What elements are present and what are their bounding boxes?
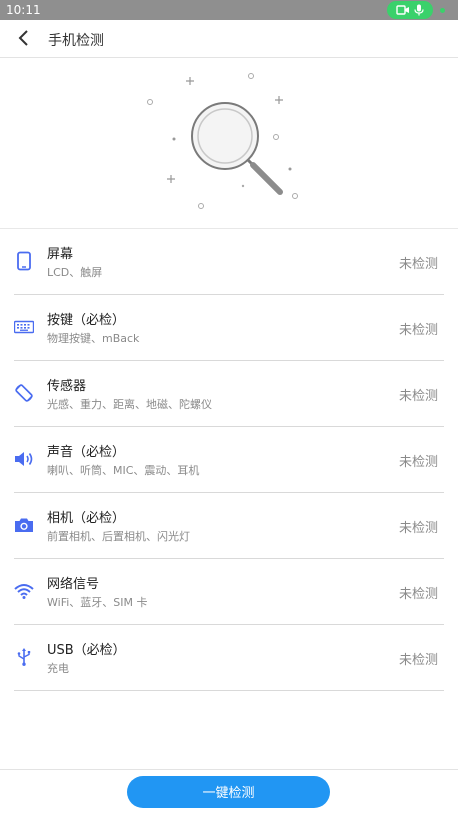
one-click-check-button[interactable]: 一键检测 bbox=[127, 776, 330, 808]
list-item-sensors[interactable]: 传感器 光感、重力、距离、地磁、陀螺仪 未检测 bbox=[14, 361, 444, 427]
item-status: 未检测 bbox=[398, 455, 438, 470]
list-item-camera[interactable]: 相机（必检） 前置相机、后置相机、闪光灯 未检测 bbox=[14, 493, 444, 559]
check-list: 屏幕 LCD、触屏 未检测 按键（必检） 物理按键、mBack 未检测 传感器 … bbox=[14, 229, 444, 691]
page-title: 手机检测 bbox=[48, 33, 104, 49]
list-item-buttons[interactable]: 按键（必检） 物理按键、mBack 未检测 bbox=[14, 295, 444, 361]
bottom-bar: 一键检测 bbox=[0, 769, 458, 816]
item-status: 未检测 bbox=[398, 587, 438, 602]
item-status: 未检测 bbox=[398, 257, 438, 272]
recording-dot bbox=[440, 8, 445, 13]
item-title: 网络信号 bbox=[47, 577, 100, 592]
item-title: USB（必检） bbox=[47, 643, 126, 658]
item-subtitle: 前置相机、后置相机、闪光灯 bbox=[47, 530, 190, 543]
item-subtitle: 喇叭、听筒、MIC、震动、耳机 bbox=[47, 464, 200, 477]
usb-icon bbox=[17, 648, 31, 666]
item-subtitle: LCD、触屏 bbox=[47, 266, 103, 279]
item-title: 声音（必检） bbox=[47, 445, 126, 460]
wifi-icon bbox=[14, 584, 34, 599]
item-status: 未检测 bbox=[398, 653, 438, 668]
status-bar: 10:11 bbox=[0, 0, 458, 20]
title-bar: 手机检测 bbox=[0, 20, 458, 58]
video-camera-icon bbox=[396, 5, 409, 15]
back-button[interactable] bbox=[14, 28, 34, 48]
item-title: 屏幕 bbox=[47, 247, 74, 262]
item-title: 相机（必检） bbox=[47, 511, 126, 526]
item-title: 传感器 bbox=[47, 379, 87, 394]
phone-icon bbox=[17, 251, 31, 271]
magnifier-icon bbox=[147, 73, 298, 209]
microphone-icon bbox=[414, 4, 424, 16]
item-subtitle: 光感、重力、距离、地磁、陀螺仪 bbox=[47, 398, 212, 411]
item-status: 未检测 bbox=[398, 323, 438, 338]
keyboard-icon bbox=[14, 320, 34, 334]
rotate-icon bbox=[15, 384, 33, 402]
item-title: 按键（必检） bbox=[47, 313, 126, 328]
status-time: 10:11 bbox=[6, 3, 41, 17]
list-item-usb[interactable]: USB（必检） 充电 未检测 bbox=[14, 625, 444, 691]
magnifier-illustration bbox=[0, 58, 458, 229]
item-status: 未检测 bbox=[398, 389, 438, 404]
list-item-screen[interactable]: 屏幕 LCD、触屏 未检测 bbox=[14, 229, 444, 295]
item-subtitle: WiFi、蓝牙、SIM 卡 bbox=[47, 596, 148, 609]
recording-indicator bbox=[387, 1, 433, 19]
speaker-icon bbox=[15, 452, 33, 466]
list-item-network[interactable]: 网络信号 WiFi、蓝牙、SIM 卡 未检测 bbox=[14, 559, 444, 625]
camera-icon bbox=[15, 518, 33, 532]
list-item-sound[interactable]: 声音（必检） 喇叭、听筒、MIC、震动、耳机 未检测 bbox=[14, 427, 444, 493]
item-subtitle: 充电 bbox=[47, 662, 69, 675]
item-status: 未检测 bbox=[398, 521, 438, 536]
item-subtitle: 物理按键、mBack bbox=[47, 332, 140, 345]
